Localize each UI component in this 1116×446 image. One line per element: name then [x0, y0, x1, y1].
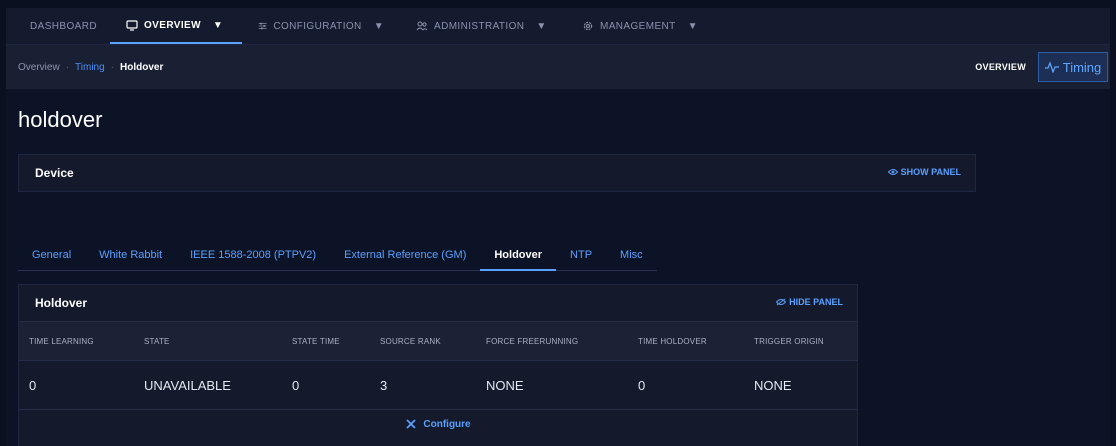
show-panel-label: SHOW PANEL: [900, 167, 961, 177]
table-cell: UNAVAILABLE: [134, 360, 282, 409]
breadcrumb-overview[interactable]: Overview: [18, 62, 60, 73]
device-panel: Device SHOW PANEL: [18, 154, 976, 192]
overview-view-button[interactable]: OVERVIEW: [975, 62, 1026, 72]
column-header: TIME HOLDOVER: [628, 321, 744, 361]
table-cell: 0: [19, 360, 134, 409]
table-cell: 0: [282, 360, 370, 409]
top-navigation: DASHBOARD OVERVIEW ▼ CONFIGURATION ▼ ADM…: [6, 8, 1110, 45]
nav-dashboard[interactable]: DASHBOARD: [6, 8, 110, 44]
eye-off-icon: [776, 298, 787, 306]
tab-external-reference[interactable]: External Reference (GM): [330, 240, 480, 269]
tab-white-rabbit[interactable]: White Rabbit: [85, 240, 176, 269]
nav-management[interactable]: MANAGEMENT ▼: [566, 8, 716, 44]
tab-general[interactable]: General: [18, 240, 85, 269]
timing-view-label: Timing: [1062, 59, 1102, 75]
nav-dashboard-label: DASHBOARD: [30, 20, 97, 32]
tab-ntp[interactable]: NTP: [556, 240, 606, 269]
table-cell: 0: [628, 360, 744, 409]
holdover-table: TIME LEARNING STATE STATE TIME SOURCE RA…: [19, 321, 857, 409]
hide-panel-button[interactable]: HIDE PANEL: [776, 297, 843, 307]
nav-administration[interactable]: ADMINISTRATION ▼: [400, 8, 566, 44]
hide-panel-label: HIDE PANEL: [789, 297, 843, 307]
nav-configuration-label: CONFIGURATION: [273, 20, 362, 32]
holdover-panel: Holdover HIDE PANEL TIME LEARNING STATE …: [18, 284, 858, 446]
breadcrumb-holdover: Holdover: [120, 61, 164, 73]
breadcrumb-timing[interactable]: Timing: [75, 62, 105, 73]
breadcrumb: Overview · Timing · Holdover OVERVIEW Ti…: [6, 45, 1110, 89]
configure-button[interactable]: Configure: [19, 409, 857, 438]
tab-misc[interactable]: Misc: [606, 240, 657, 269]
table-cell: 3: [370, 360, 476, 409]
page-title: holdover: [18, 107, 103, 132]
pulse-icon: [1044, 61, 1059, 73]
nav-overview[interactable]: OVERVIEW ▼: [110, 8, 242, 44]
nav-overview-label: OVERVIEW: [144, 19, 201, 31]
table-header-row: TIME LEARNING STATE STATE TIME SOURCE RA…: [19, 321, 857, 361]
timing-view-button[interactable]: Timing: [1038, 52, 1108, 82]
column-header: SOURCE RANK: [370, 321, 476, 361]
users-icon: [416, 21, 428, 31]
nav-administration-label: ADMINISTRATION: [434, 20, 525, 32]
monitor-icon: [126, 20, 138, 31]
column-header: FORCE FREERUNNING: [476, 321, 628, 361]
eye-icon: [887, 169, 898, 175]
table-row: 0 UNAVAILABLE 0 3 NONE 0 NONE: [19, 360, 857, 409]
chevron-down-icon: ▼: [373, 20, 384, 32]
column-header: TIME LEARNING: [19, 321, 134, 361]
breadcrumb-separator: ·: [65, 61, 70, 73]
holdover-panel-title: Holdover: [35, 296, 88, 310]
nav-configuration[interactable]: CONFIGURATION ▼: [242, 8, 400, 44]
table-cell: NONE: [476, 360, 628, 409]
column-header: STATE: [134, 321, 282, 361]
tab-holdover[interactable]: Holdover: [480, 240, 557, 271]
chevron-down-icon: ▼: [212, 19, 224, 31]
nav-management-label: MANAGEMENT: [600, 20, 676, 32]
table-cell: NONE: [744, 360, 857, 409]
device-panel-title: Device: [35, 166, 74, 180]
column-header: STATE TIME: [282, 321, 370, 361]
sliders-icon: [258, 22, 267, 30]
column-header: TRIGGER ORIGIN: [744, 321, 857, 361]
configure-label: Configure: [423, 418, 471, 430]
show-panel-button[interactable]: SHOW PANEL: [887, 167, 961, 177]
app-frame: DASHBOARD OVERVIEW ▼ CONFIGURATION ▼ ADM…: [6, 8, 1110, 446]
chevron-down-icon: ▼: [687, 20, 698, 32]
tab-bar: General White Rabbit IEEE 1588-2008 (PTP…: [18, 240, 657, 271]
tools-icon: [406, 419, 417, 429]
tab-ieee-1588[interactable]: IEEE 1588-2008 (PTPV2): [176, 240, 330, 269]
gear-icon: [583, 21, 593, 31]
chevron-down-icon: ▼: [536, 20, 547, 32]
view-switcher: OVERVIEW Timing: [975, 45, 1110, 89]
breadcrumb-separator: ·: [110, 61, 115, 73]
